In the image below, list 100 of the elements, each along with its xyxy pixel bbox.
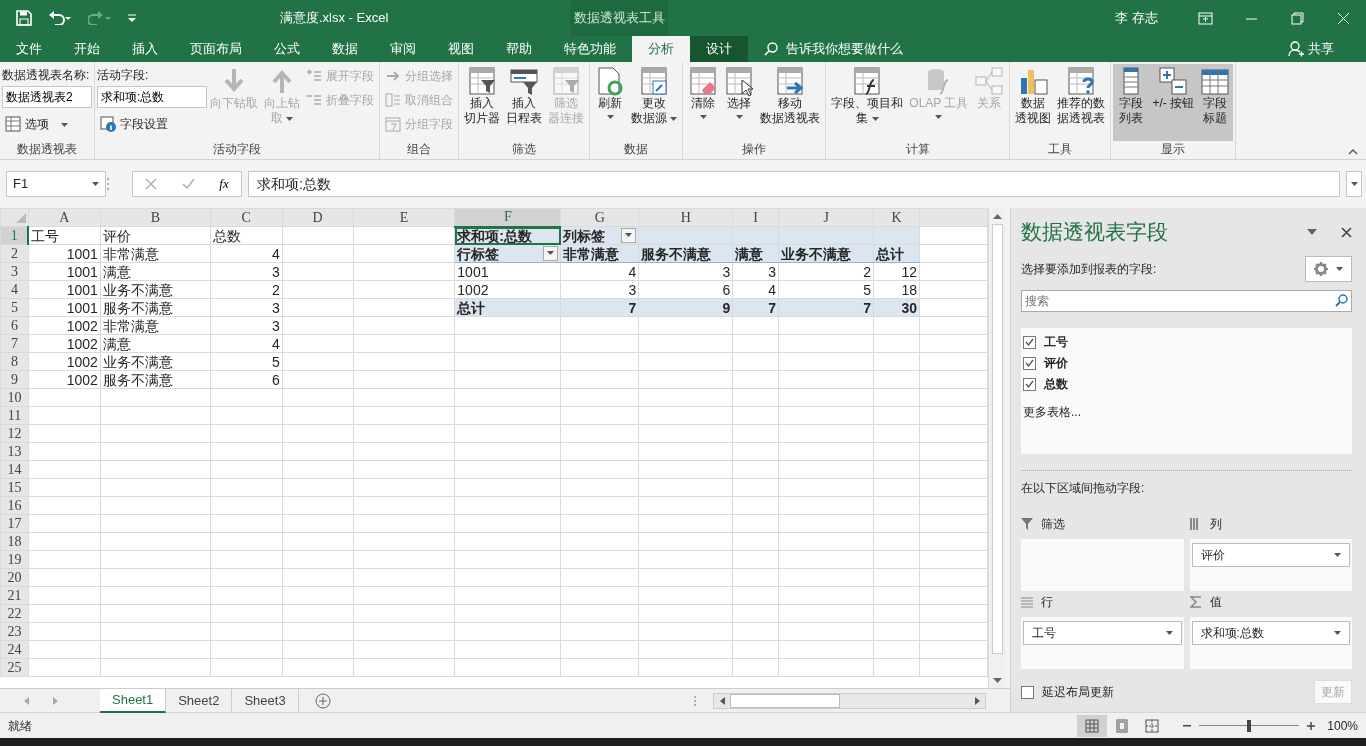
more-tables-link[interactable]: 更多表格... — [1023, 402, 1350, 421]
ribbon-button[interactable]: 插入切片器 — [461, 64, 503, 141]
ribbon-button[interactable]: 更改数据源 — [628, 64, 681, 141]
ribbon-button[interactable]: 字段列表 — [1113, 64, 1150, 141]
zoom-level[interactable]: 100% — [1327, 716, 1358, 735]
customize-icon[interactable] — [128, 14, 136, 22]
field-checkbox[interactable]: 工号 — [1023, 331, 1350, 353]
ribbon-tab[interactable]: 开始 — [58, 36, 116, 62]
formula-sheet-icon — [852, 66, 883, 96]
slider-thumb[interactable] — [1247, 719, 1252, 732]
ribbon-button[interactable]: 推荐的数据透视表 — [1054, 64, 1109, 141]
restore-icon[interactable] — [1289, 10, 1305, 26]
insert-function-button[interactable]: fx — [219, 174, 229, 194]
cell-text: 6 — [271, 371, 280, 388]
formula-field[interactable]: 求和项:总数 — [248, 171, 1340, 197]
close-icon[interactable] — [1335, 10, 1351, 26]
column-header[interactable]: C — [210, 208, 283, 227]
column-header[interactable]: E — [353, 208, 455, 227]
scrollbar-thumb[interactable] — [991, 224, 1003, 654]
vertical-scrollbar[interactable] — [988, 208, 1005, 688]
normal-view-icon — [1085, 718, 1100, 733]
ribbon-button[interactable]: 选项 — [2, 112, 92, 136]
caret-icon — [1350, 182, 1358, 186]
ribbon-display-icon[interactable] — [1197, 10, 1213, 26]
defer-update-checkbox[interactable]: 延迟布局更新 — [1021, 683, 1314, 701]
add-sheet-icon[interactable] — [314, 693, 331, 710]
ribbon-button[interactable]: 字段、项目和集 — [828, 64, 907, 141]
input-field[interactable]: 求和项:总数 — [97, 86, 207, 108]
zoom-out-icon[interactable] — [1183, 724, 1192, 727]
ribbon-button[interactable]: 清除 — [685, 64, 722, 141]
rows-icon — [1021, 595, 1033, 608]
tell-me-search[interactable]: 告诉我你想要做什么 — [764, 39, 903, 59]
pane-options-icon[interactable] — [1307, 228, 1317, 235]
ribbon-tab[interactable]: 文件 — [0, 36, 58, 62]
ribbon-tab[interactable]: 帮助 — [490, 36, 548, 62]
column-header[interactable]: D — [282, 208, 354, 227]
ribbon-button[interactable]: 插入日程表 — [503, 64, 545, 141]
share-button[interactable]: 共享 — [1272, 36, 1350, 62]
zoom-slider[interactable] — [1199, 719, 1300, 732]
ribbon-tab[interactable]: 设计 — [690, 36, 748, 62]
ribbon-tab[interactable]: 审阅 — [374, 36, 432, 62]
field-checkbox[interactable]: 总数 — [1023, 373, 1350, 395]
cell-text: 列标签 — [563, 227, 606, 244]
filter-dropdown-button[interactable] — [621, 227, 637, 243]
cell-text: 非常满意 — [102, 317, 159, 334]
search-field[interactable]: 搜索 — [1021, 289, 1352, 312]
page-layout-icon — [1115, 718, 1130, 733]
column-header[interactable]: H — [638, 208, 733, 227]
cell-text: 2 — [863, 263, 872, 280]
area-field-item[interactable]: 求和项:总数 — [1191, 620, 1350, 645]
area-field-item[interactable]: 工号 — [1023, 620, 1182, 645]
ribbon-button[interactable]: 刷新 — [592, 64, 628, 141]
column-header[interactable]: J — [778, 208, 874, 227]
caret-icon — [1334, 552, 1341, 557]
horizontal-scrollbar[interactable] — [713, 692, 986, 709]
tools-button[interactable] — [1305, 255, 1352, 282]
check-icon — [1025, 338, 1034, 346]
ribbon-tab[interactable]: 插入 — [116, 36, 174, 62]
gear-icon — [1314, 261, 1328, 276]
cell-text: 3 — [271, 263, 280, 280]
view-button[interactable] — [1077, 714, 1108, 737]
search-icon[interactable] — [1335, 293, 1348, 307]
ribbon-tab[interactable]: 数据 — [316, 36, 374, 62]
drop-area[interactable]: 评价 — [1189, 538, 1352, 591]
ribbon-button[interactable]: 数据透视图 — [1012, 64, 1055, 141]
save-icon[interactable] — [16, 10, 32, 26]
ribbon-tab[interactable]: 视图 — [432, 36, 490, 62]
column-header[interactable]: B — [100, 208, 211, 227]
ribbon-tab[interactable]: 分析 — [632, 36, 690, 62]
collapse-ribbon-icon[interactable] — [1348, 149, 1358, 155]
zoom-in-icon[interactable] — [1307, 721, 1316, 730]
undo-icon[interactable] — [48, 11, 72, 25]
column-header[interactable]: I — [732, 208, 779, 227]
caret-icon — [1165, 630, 1173, 635]
column-header[interactable]: F — [454, 208, 561, 227]
sheet-tab[interactable]: Sheet1 — [100, 688, 167, 713]
column-header[interactable]: K — [873, 208, 920, 227]
drop-area[interactable]: 工号 — [1021, 616, 1184, 669]
cell-text: 满意 — [102, 263, 131, 280]
close-icon[interactable] — [1341, 227, 1352, 239]
ribbon-tab[interactable]: 公式 — [258, 36, 316, 62]
area-field-item[interactable]: 评价 — [1191, 542, 1350, 567]
field-checkbox[interactable]: 评价 — [1023, 352, 1350, 374]
ribbon-button[interactable]: 移动数据透视表 — [757, 64, 824, 141]
input-field[interactable]: 数据透视表2 — [2, 86, 92, 108]
expand-formula-button[interactable] — [1346, 171, 1362, 197]
ribbon-tab[interactable]: 页面布局 — [174, 36, 258, 62]
column-header[interactable]: G — [560, 208, 639, 227]
filter-dropdown-button[interactable] — [543, 245, 559, 261]
ribbon-button[interactable]: 字段标题 — [1197, 64, 1234, 141]
drop-area[interactable]: 求和项:总数 — [1189, 616, 1352, 669]
scrollbar-thumb[interactable] — [730, 693, 840, 708]
name-box[interactable]: F1 — [6, 171, 106, 197]
column-header[interactable]: A — [28, 208, 101, 227]
user-name[interactable]: 李 存志 — [1115, 8, 1158, 28]
ribbon-button[interactable]: 字段设置 — [97, 112, 207, 136]
diagram-icon — [974, 66, 1005, 96]
ribbon-tab[interactable]: 特色功能 — [548, 36, 632, 62]
ribbon-button[interactable]: 选择 — [721, 64, 758, 141]
ribbon-button[interactable]: +/- 按钮 — [1149, 64, 1198, 141]
